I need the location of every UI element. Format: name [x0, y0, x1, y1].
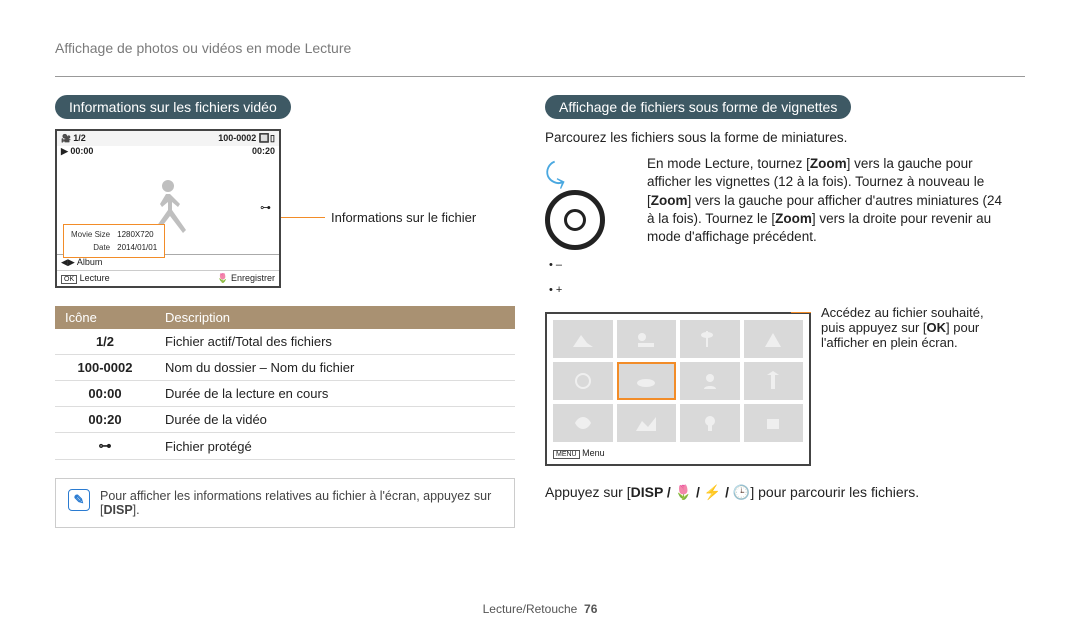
folder-file: 100-0002 🔲▯ — [218, 133, 275, 144]
thumb-cell — [553, 404, 613, 442]
elapsed-time: ▶ 00:00 — [61, 146, 93, 157]
thumb-cell — [553, 320, 613, 358]
zoom-lens-icon — [545, 190, 605, 250]
table-row: 00:00Durée de la lecture en cours — [55, 381, 515, 407]
thumbnail-callout: Accédez au fichier souhaité, puis appuye… — [821, 312, 1001, 350]
thumb-cell — [617, 404, 677, 442]
page-footer: Lecture/Retouche 76 — [0, 602, 1080, 616]
thumbnail-grid-screen: MENU Menu — [545, 312, 811, 466]
save-hint: 🌷 Enregistrer — [217, 273, 275, 284]
th-icon: Icône — [55, 306, 155, 329]
table-row: 1/2Fichier actif/Total des fichiers — [55, 329, 515, 355]
table-row: 00:20Durée de la vidéo — [55, 407, 515, 433]
table-row: ⊶Fichier protégé — [55, 433, 515, 460]
file-index: 🎥 1/2 — [61, 133, 86, 144]
file-info-callout: Informations sur le fichier — [331, 210, 476, 225]
album-hint: ◀▶ Album — [61, 257, 102, 268]
table-row: 100-0002Nom du dossier – Nom du fichier — [55, 355, 515, 381]
thumb-cell — [744, 362, 804, 400]
icon-description-table: Icône Description 1/2Fichier actif/Total… — [55, 306, 515, 460]
intro-text: Parcourez les fichiers sous la forme de … — [545, 129, 1005, 147]
section-heading-video-info: Informations sur les fichiers vidéo — [55, 95, 291, 119]
total-time: 00:20 — [252, 146, 275, 157]
zoom-instruction: En mode Lecture, tournez [Zoom] vers la … — [647, 155, 1005, 246]
thumb-cell — [617, 320, 677, 358]
protect-icon: ⊶ — [260, 201, 271, 214]
thumb-cell — [744, 404, 804, 442]
rotate-arrow-icon: ⤹ — [541, 149, 590, 194]
th-desc: Description — [155, 306, 515, 329]
play-hint: OK Lecture — [61, 273, 110, 284]
menu-hint: MENU Menu — [553, 448, 803, 458]
file-info-overlay: Movie Size1280X720 Date2014/01/01 — [63, 224, 165, 258]
thumb-cell — [744, 320, 804, 358]
video-preview-screen: 🎥 1/2 100-0002 🔲▯ ▶ 00:00 00:20 ⊶ — [55, 129, 281, 288]
note-box: ✎ Pour afficher les informations relativ… — [55, 478, 515, 528]
leader-line — [281, 217, 325, 218]
breadcrumb: Affichage de photos ou vidéos en mode Le… — [55, 40, 1025, 56]
thumb-cell — [680, 404, 740, 442]
thumb-cell — [680, 320, 740, 358]
section-heading-thumbnails: Affichage de fichiers sous forme de vign… — [545, 95, 851, 119]
thumb-cell — [680, 362, 740, 400]
thumb-cell — [553, 362, 613, 400]
navigate-instruction: Appuyez sur [DISP / 🌷 / ⚡ / 🕒] pour parc… — [545, 484, 1005, 501]
divider — [55, 76, 1025, 77]
note-icon: ✎ — [68, 489, 90, 511]
zoom-dots: • – • + — [549, 260, 635, 296]
thumb-cell-selected — [617, 362, 677, 400]
